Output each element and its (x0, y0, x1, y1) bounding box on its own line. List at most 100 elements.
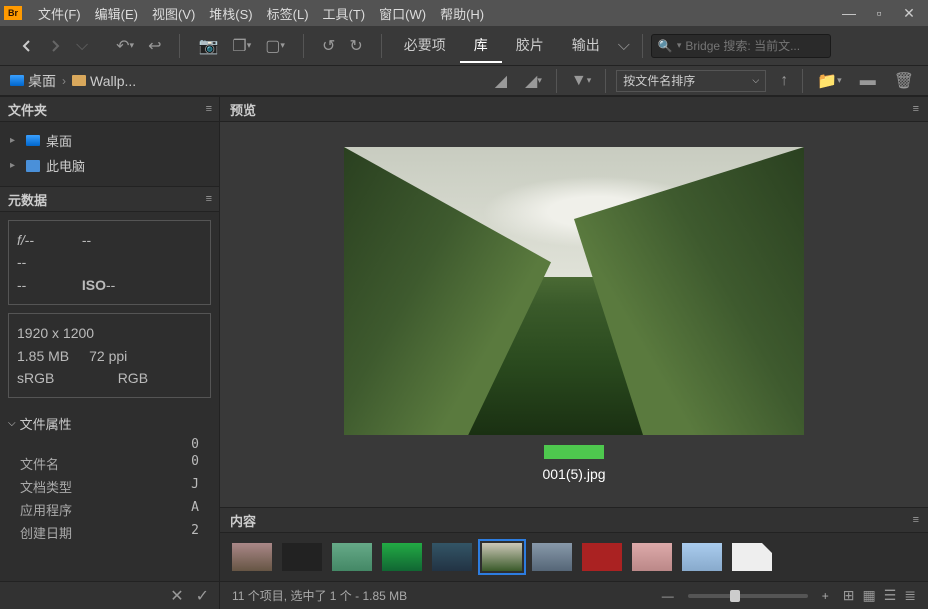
menu-edit[interactable]: 编辑(E) (89, 0, 144, 27)
sort-select[interactable]: 按文件名排序 ⌵ (616, 70, 766, 92)
zoom-slider[interactable] (688, 594, 808, 598)
thumb-9[interactable] (632, 543, 672, 571)
computer-icon (26, 160, 40, 172)
preview-panel-header[interactable]: 预览 ≡ (220, 96, 928, 122)
thumb-8[interactable] (582, 543, 622, 571)
prop-doctype-key: 文档类型 (20, 477, 72, 496)
content-strip: 内容 ≡ 11 个项目, 选中了 1 个 - 1.85 MB — (220, 507, 928, 609)
main-menu: 文件(F) 编辑(E) 视图(V) 堆栈(S) 标签(L) 工具(T) 窗口(W… (32, 0, 490, 27)
selection-highlight (544, 445, 604, 459)
content-menu-icon[interactable]: ≡ (913, 514, 918, 526)
desktop-icon (26, 135, 40, 146)
nav-dropdown[interactable]: ⌵ (72, 33, 92, 59)
metadata-panel: f/-- -- -- -- ISO-- 1920 x 1200 1.85 MB7… (0, 212, 219, 581)
properties-title: 文件属性 (20, 414, 72, 433)
menu-window[interactable]: 窗口(W) (373, 0, 432, 27)
menu-file[interactable]: 文件(F) (32, 0, 87, 27)
tree-computer[interactable]: ▸ 此电脑 (0, 153, 219, 178)
search-caret-icon: ▾ (677, 40, 682, 51)
prop-app-key: 应用程序 (20, 500, 72, 519)
folders-menu-icon[interactable]: ≡ (206, 103, 211, 115)
search-box[interactable]: 🔍 ▾ (651, 34, 831, 58)
thumb-3[interactable] (332, 543, 372, 571)
tab-film[interactable]: 胶片 (502, 29, 558, 63)
tab-library[interactable]: 库 (460, 29, 502, 63)
tab-essentials[interactable]: 必要项 (390, 29, 460, 63)
tree-desktop[interactable]: ▸ 桌面 (0, 128, 219, 153)
content-area: 预览 ≡ 001(5).jpg 内容 ≡ (220, 96, 928, 609)
nav-forward-button[interactable] (44, 35, 66, 57)
metadata-panel-header[interactable]: 元数据 ≡ (0, 186, 219, 212)
menu-tool[interactable]: 工具(T) (317, 0, 372, 27)
view-mode-buttons: ⊞ ▦ ☰ ≣ (843, 587, 916, 604)
metadata-camera-box: f/-- -- -- -- ISO-- (8, 220, 211, 305)
metadata-menu-icon[interactable]: ≡ (206, 193, 211, 205)
boomerang-button[interactable]: ↩ (144, 32, 165, 60)
maximize-button[interactable]: ▫ (864, 0, 894, 26)
menu-view[interactable]: 视图(V) (146, 0, 201, 27)
properties-header[interactable]: ⌵ 文件属性 (8, 410, 211, 437)
content-panel-header[interactable]: 内容 ≡ (220, 507, 928, 533)
folders-title: 文件夹 (8, 100, 47, 119)
tree-desktop-label: 桌面 (46, 131, 72, 150)
path-folder[interactable]: Wallp... (72, 73, 136, 89)
path-desktop[interactable]: 桌面 (10, 71, 56, 91)
view-list-button[interactable]: ≣ (904, 587, 916, 604)
menu-help[interactable]: 帮助(H) (434, 0, 490, 27)
minimize-button[interactable]: — (834, 0, 864, 26)
trash-button[interactable]: 🗑 (890, 67, 918, 95)
menu-stack[interactable]: 堆栈(S) (203, 0, 258, 27)
view-thumb-button[interactable]: ▦ (862, 587, 875, 604)
prop-filename-key: 文件名 (20, 454, 59, 473)
preview-area: 001(5).jpg (220, 122, 928, 507)
menu-label[interactable]: 标签(L) (261, 0, 315, 27)
filter-stairs1-icon[interactable]: ◢ (491, 67, 511, 95)
cancel-icon[interactable]: ✕ (170, 586, 183, 606)
thumb-7[interactable] (532, 543, 572, 571)
view-grid-button[interactable]: ⊞ (843, 587, 855, 604)
camera-button[interactable]: 📷 (194, 32, 222, 60)
path-separator: › (62, 74, 66, 88)
metadata-file-box: 1920 x 1200 1.85 MB72 ppi sRGB RGB (8, 313, 211, 398)
preview-filename: 001(5).jpg (542, 466, 605, 482)
thumb-10[interactable] (682, 543, 722, 571)
sort-asc-button[interactable]: ↑ (776, 68, 792, 94)
meta-dimensions: 1920 x 1200 (17, 322, 202, 344)
tree-computer-label: 此电脑 (46, 156, 85, 175)
caret-icon: ▸ (10, 160, 20, 171)
funnel-icon[interactable]: ▼▾ (567, 68, 595, 94)
path-seg1-label: 桌面 (28, 71, 56, 91)
thumb-1[interactable] (232, 543, 272, 571)
copy-button[interactable]: ❐▾ (228, 32, 255, 60)
thumb-5[interactable] (432, 543, 472, 571)
workspace-dropdown[interactable]: ⌵ (614, 29, 634, 63)
view-detail-button[interactable]: ☰ (884, 587, 897, 604)
open-button[interactable]: ▢▾ (261, 32, 289, 60)
open-folder-button[interactable]: ▬ (856, 68, 880, 94)
preview-image[interactable] (344, 147, 804, 435)
zoom-out-button[interactable]: — (662, 589, 674, 603)
meta-srgb: sRGB (17, 367, 54, 389)
folders-panel-header[interactable]: 文件夹 ≡ (0, 96, 219, 122)
titlebar: Br 文件(F) 编辑(E) 视图(V) 堆栈(S) 标签(L) 工具(T) 窗… (0, 0, 928, 26)
search-input[interactable] (685, 39, 840, 53)
new-folder-plus-button[interactable]: 📁▾ (813, 67, 845, 95)
app-logo: Br (4, 6, 22, 20)
thumb-11-document[interactable] (732, 543, 772, 571)
preview-menu-icon[interactable]: ≡ (913, 103, 918, 115)
apply-icon[interactable]: ✓ (196, 586, 209, 606)
nav-back-button[interactable] (16, 35, 38, 57)
tab-output[interactable]: 输出 (558, 29, 614, 63)
path-seg2-label: Wallp... (90, 73, 136, 89)
thumb-2[interactable] (282, 543, 322, 571)
thumb-4[interactable] (382, 543, 422, 571)
preview-filename-badge: 001(5).jpg (542, 445, 605, 482)
recent-button[interactable]: ↶▾ (112, 32, 138, 60)
close-button[interactable]: ✕ (894, 0, 924, 26)
zoom-in-button[interactable]: + (822, 589, 829, 603)
thumb-6-selected[interactable] (482, 543, 522, 571)
rotate-cw-button[interactable]: ↻ (345, 32, 366, 60)
filter-stairs2-icon[interactable]: ◢▾ (521, 67, 546, 95)
slider-knob[interactable] (730, 590, 740, 602)
rotate-ccw-button[interactable]: ↺ (318, 32, 339, 60)
